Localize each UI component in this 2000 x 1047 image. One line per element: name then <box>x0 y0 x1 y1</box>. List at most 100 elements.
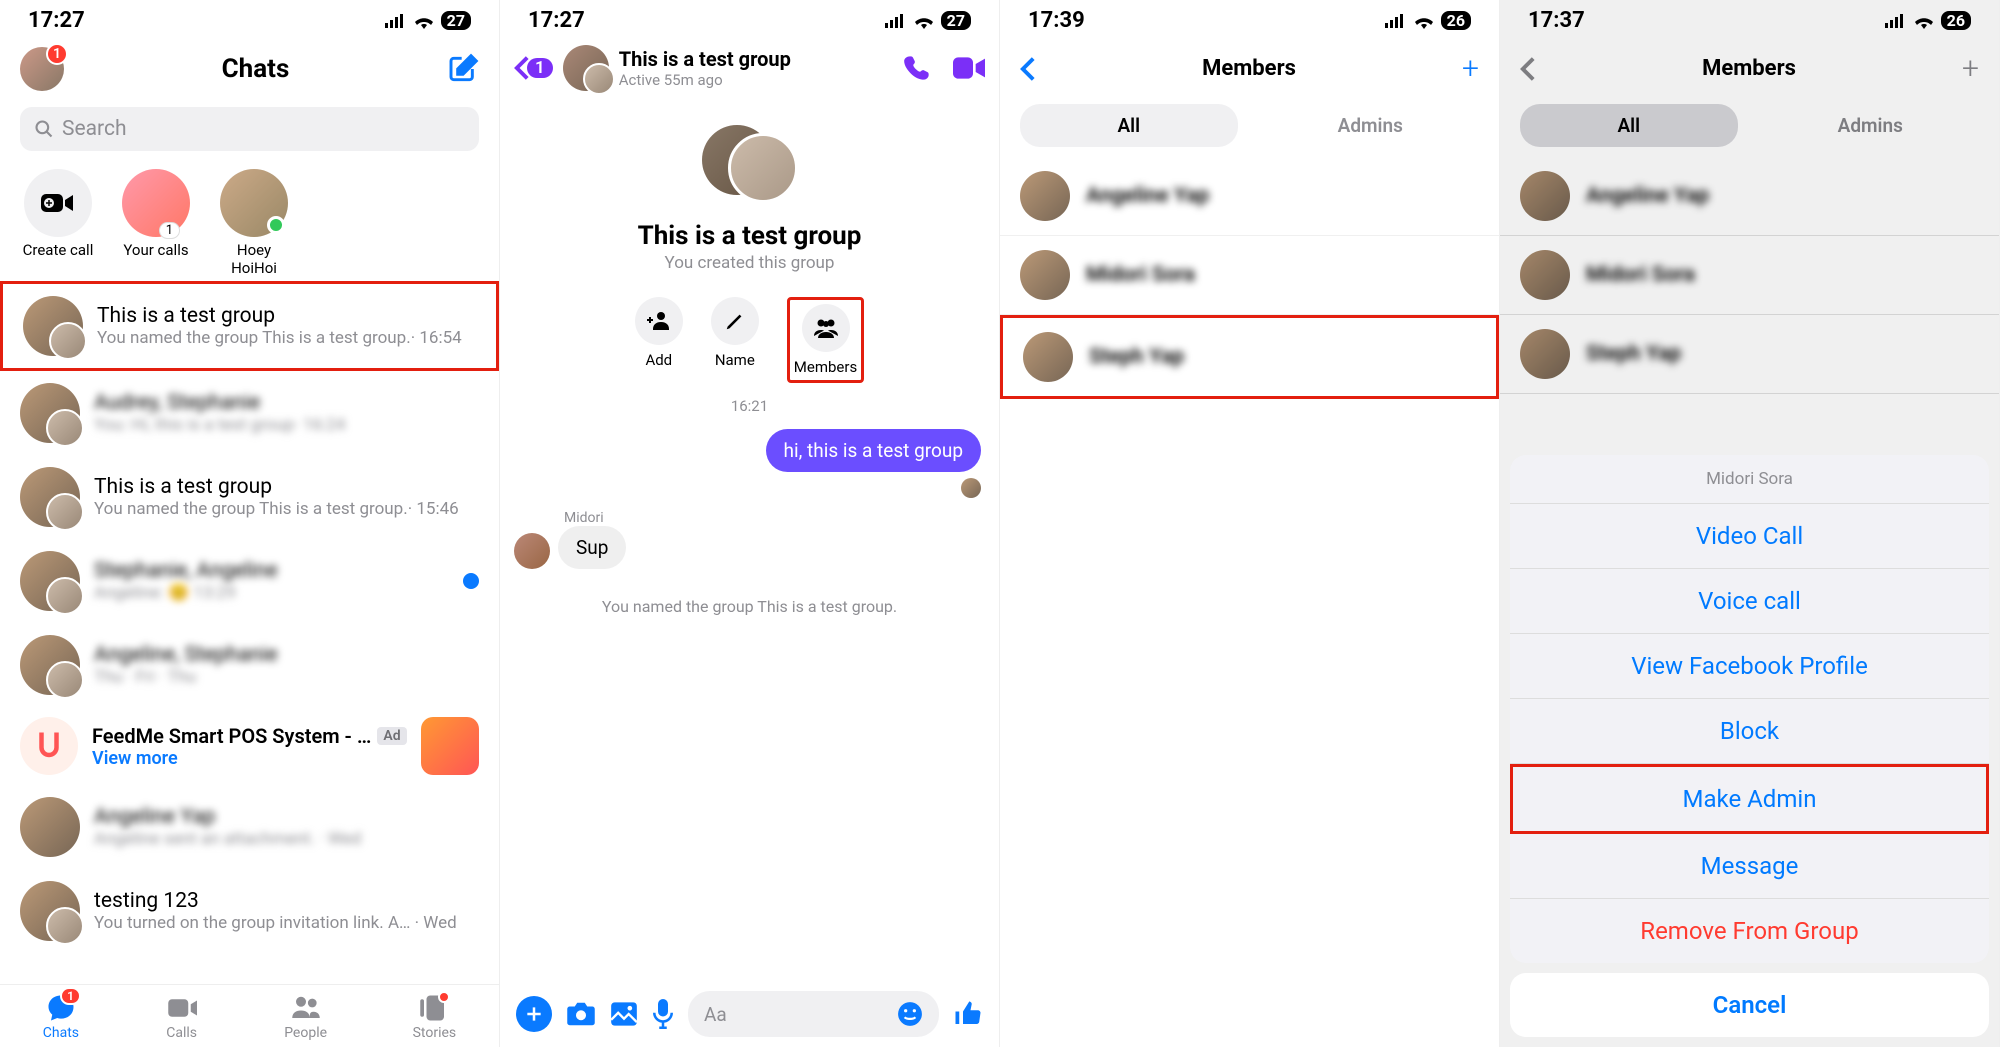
active-contact[interactable]: Hoey HoiHoi <box>216 169 292 277</box>
system-message: You named the group This is a test group… <box>500 573 999 640</box>
chat-row[interactable]: This is a test group You named the group… <box>0 455 499 539</box>
sender-avatar[interactable] <box>514 533 550 569</box>
chat-row[interactable]: This is a test group You named the group… <box>0 281 499 371</box>
member-avatar <box>1023 332 1073 382</box>
gallery-icon[interactable] <box>610 1001 638 1027</box>
ad-link[interactable]: View more <box>92 748 407 769</box>
action-sheet-option[interactable]: Block <box>1510 699 1989 764</box>
mic-icon[interactable] <box>652 999 674 1029</box>
chat-row[interactable]: Stephanie, Angeline Angeline: 😊 13:29 <box>0 539 499 623</box>
sponsored-row[interactable]: FeedMe Smart POS System - … Ad View more <box>0 707 499 785</box>
member-row[interactable]: Steph Yap <box>1000 315 1499 399</box>
signal-icon <box>385 14 407 28</box>
segment-all[interactable]: All <box>1020 104 1238 147</box>
member-row[interactable]: Midori Sora <box>1500 236 1999 315</box>
name-button[interactable]: Name <box>711 297 759 383</box>
header-text[interactable]: This is a test group Active 55m ago <box>619 47 893 89</box>
members-button[interactable]: Members <box>787 297 864 383</box>
conversation-header: 1 This is a test group Active 55m ago <box>500 37 999 99</box>
message-bubble-out[interactable]: hi, this is a test group <box>766 429 981 472</box>
status-time: 17:27 <box>528 8 585 33</box>
add-button[interactable]: Add <box>635 297 683 383</box>
action-sheet-option[interactable]: Remove From Group <box>1510 899 1989 963</box>
emoji-icon[interactable] <box>897 1001 923 1027</box>
thumbs-up-icon[interactable] <box>953 999 983 1029</box>
online-indicator <box>267 216 285 234</box>
back-button[interactable] <box>1520 56 1536 82</box>
chat-body: Audrey, Stephanie You: Hi, this is a tes… <box>94 391 479 435</box>
back-badge: 1 <box>527 58 553 78</box>
profile-avatar[interactable]: 1 <box>20 47 64 91</box>
page-title: Members <box>1702 56 1796 81</box>
chat-body: This is a test group You named the group… <box>94 475 479 519</box>
member-name: Steph Yap <box>1586 342 1681 366</box>
chat-row[interactable]: Angeline, Stephanie Thu · Fri · Thu <box>0 623 499 707</box>
composer: Aa <box>500 981 999 1047</box>
action-sheet-title: Midori Sora <box>1510 455 1989 504</box>
avatar-badge: 1 <box>46 43 68 65</box>
cancel-button[interactable]: Cancel <box>1510 973 1989 1037</box>
action-sheet-option[interactable]: Make Admin <box>1510 764 1989 834</box>
message-bubble-in[interactable]: Sup <box>558 526 626 569</box>
chat-subtitle: Angeline: 😊 13:29 <box>94 583 449 603</box>
tab-stories[interactable]: Stories <box>413 993 457 1041</box>
wifi-icon <box>413 13 435 29</box>
action-sheet-option[interactable]: Message <box>1510 834 1989 899</box>
header-title: This is a test group <box>619 47 893 71</box>
chat-subtitle: Thu · Fri · Thu <box>94 667 479 687</box>
chat-avatar <box>20 635 80 695</box>
seen-indicator <box>500 478 999 506</box>
add-member-button[interactable]: + <box>1962 51 1979 86</box>
tab-chats[interactable]: 1 Chats <box>43 993 79 1041</box>
screen-members-list: 17:39 26 Members + All Admins Angeline Y… <box>1000 0 1500 1047</box>
create-call-button[interactable]: Create call <box>20 169 96 277</box>
segment-all[interactable]: All <box>1520 104 1738 147</box>
sender-name: Midori <box>564 510 985 526</box>
chat-row[interactable]: testing 123 You turned on the group invi… <box>0 869 499 953</box>
chat-body: Angeline Yap Angeline sent an attachment… <box>94 805 479 849</box>
action-sheet-option[interactable]: Video Call <box>1510 504 1989 569</box>
search-input[interactable]: Search <box>20 107 479 151</box>
chat-avatar <box>23 296 83 356</box>
signal-icon <box>885 14 907 28</box>
hero-title: This is a test group <box>638 221 862 251</box>
group-avatar-large <box>702 115 798 211</box>
search-icon <box>34 119 54 139</box>
seen-avatar <box>961 478 981 498</box>
group-hero: This is a test group You created this gr… <box>500 99 999 283</box>
members-header: Members + <box>1500 37 1999 94</box>
action-sheet-option[interactable]: Voice call <box>1510 569 1989 634</box>
message-input[interactable]: Aa <box>688 991 939 1037</box>
member-avatar <box>1520 329 1570 379</box>
member-row[interactable]: Angeline Yap <box>1000 157 1499 236</box>
more-icon[interactable] <box>516 996 552 1032</box>
hero-subtitle: You created this group <box>665 253 835 273</box>
screen-conversation: 17:27 27 1 This is a test group Active 5… <box>500 0 1000 1047</box>
tab-calls[interactable]: Calls <box>165 993 199 1041</box>
group-avatar-sm[interactable] <box>563 45 609 91</box>
audio-call-icon[interactable] <box>903 54 931 82</box>
video-call-icon[interactable] <box>953 54 985 82</box>
screen-chats-list: 17:27 27 1 Chats Search Create call 1 <box>0 0 500 1047</box>
incoming-message: Midori Sup <box>500 506 999 573</box>
back-button[interactable] <box>1020 56 1036 82</box>
chat-row[interactable]: Audrey, Stephanie You: Hi, this is a tes… <box>0 371 499 455</box>
your-calls-button[interactable]: 1 Your calls <box>118 169 194 277</box>
add-member-button[interactable]: + <box>1462 51 1479 86</box>
segment-admins[interactable]: Admins <box>1762 104 1980 147</box>
member-row[interactable]: Steph Yap <box>1500 315 1999 394</box>
tab-people[interactable]: People <box>284 993 327 1041</box>
your-calls-badge: 1 <box>159 222 180 239</box>
chat-row[interactable]: Angeline Yap Angeline sent an attachment… <box>0 785 499 869</box>
segmented-control: All Admins <box>1000 94 1499 157</box>
status-icons: 27 <box>385 11 471 30</box>
member-row[interactable]: Midori Sora <box>1000 236 1499 315</box>
back-button[interactable]: 1 <box>514 55 553 81</box>
camera-icon[interactable] <box>566 1001 596 1027</box>
segment-admins[interactable]: Admins <box>1262 104 1480 147</box>
action-sheet-option[interactable]: View Facebook Profile <box>1510 634 1989 699</box>
sponsor-icon <box>20 717 78 775</box>
status-bar: 17:39 26 <box>1000 0 1499 37</box>
member-row[interactable]: Angeline Yap <box>1500 157 1999 236</box>
compose-icon[interactable] <box>447 53 479 85</box>
